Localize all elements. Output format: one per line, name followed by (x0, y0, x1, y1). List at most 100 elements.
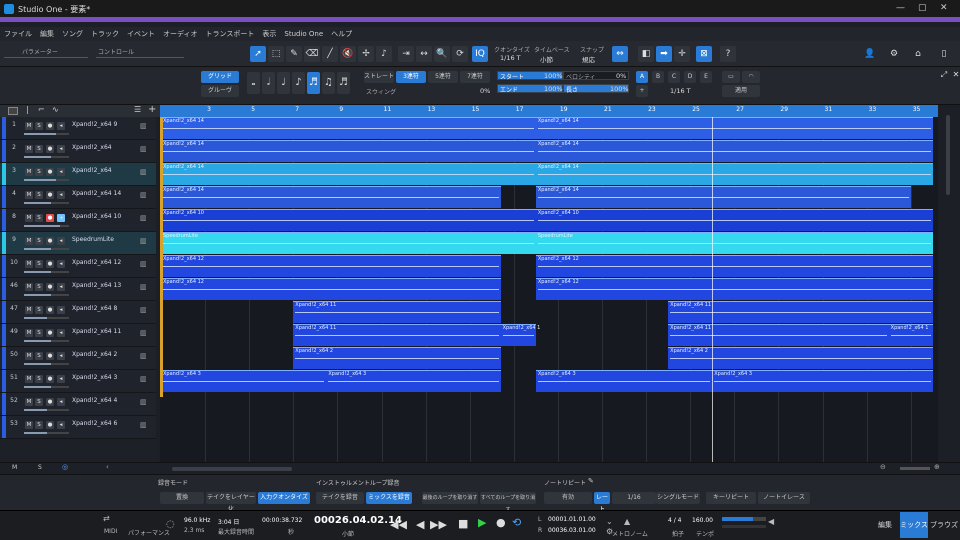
event-clip[interactable]: Xpand!2_x64 12 (161, 278, 501, 300)
record-arm-icon[interactable]: ● (46, 191, 54, 199)
monitor-icon[interactable]: ◂ (57, 306, 65, 314)
track-volume-slider[interactable] (24, 225, 69, 227)
event-clip[interactable]: Xpand!2_x64 3 (326, 370, 501, 392)
solo-button[interactable]: S (35, 398, 43, 406)
track-volume-slider[interactable] (24, 133, 69, 135)
grid-icon[interactable]: ⊠ (696, 46, 712, 62)
mute-button[interactable]: M (25, 168, 33, 176)
zoom-in-icon[interactable]: ⊕ (934, 463, 940, 471)
instrument-icon[interactable]: ▥ (140, 122, 147, 130)
septuplet-button[interactable]: 7連符 (460, 71, 490, 83)
arrow-tool-icon[interactable]: ➚ (250, 46, 266, 62)
mute-button[interactable]: M (25, 398, 33, 406)
solo-button[interactable]: S (35, 283, 43, 291)
solo-button[interactable]: S (35, 352, 43, 360)
note-32nd-icon[interactable]: ♫ (322, 72, 335, 94)
event-clip[interactable]: Xpand!2_x64 3 (712, 370, 933, 392)
record-icon[interactable]: ● (496, 516, 506, 529)
footer-left-icon[interactable]: ‹ (106, 463, 109, 471)
event-clip[interactable]: SpeedrumLite (535, 232, 933, 254)
track-name[interactable]: Xpand!2_x64 13 (72, 282, 121, 289)
instrument-icon[interactable]: ▥ (140, 237, 147, 245)
monitor-icon[interactable]: ◂ (57, 260, 65, 268)
track-volume-slider[interactable] (24, 386, 69, 388)
track-name[interactable]: Xpand!2_x64 9 (72, 121, 117, 128)
menu-item[interactable]: トラック (91, 29, 119, 39)
user-icon[interactable]: 👤 (862, 46, 878, 62)
snap-value[interactable]: 規応 (582, 54, 595, 64)
stop-icon[interactable]: ■ (458, 517, 468, 530)
mute-button[interactable]: M (25, 306, 33, 314)
undo-all-loops-button[interactable]: すべてのループを取り消す (480, 492, 536, 513)
snap-toggle-icon[interactable]: ⇔ (612, 46, 628, 62)
wrench-icon[interactable]: ⌐ (38, 105, 45, 114)
select-all-icon[interactable] (8, 107, 18, 115)
input-quantize-button[interactable]: 入力クオンタイズ (258, 492, 310, 504)
monitor-icon[interactable]: ◂ (57, 283, 65, 291)
event-clip[interactable]: Xpand!2_x64 12 (161, 255, 501, 277)
mute-button[interactable]: M (25, 352, 33, 360)
single-mode-button[interactable]: シングルモード (656, 492, 700, 504)
rewind-icon[interactable]: ◀ (416, 518, 424, 531)
monitor-icon[interactable]: ◂ (57, 329, 65, 337)
crosshair-icon[interactable]: ✛ (674, 46, 690, 62)
enable-button[interactable]: 有効 (544, 492, 592, 504)
s-all-button[interactable]: S (38, 464, 42, 471)
event-clip[interactable]: Xpand!2_x64 1 (500, 324, 540, 346)
track-name[interactable]: Xpand!2_x64 6 (72, 420, 117, 427)
track-name[interactable]: Xpand!2_x64 8 (72, 305, 117, 312)
automation-icon[interactable]: ∿ (52, 105, 59, 114)
take-layer-button[interactable]: テイクをレイヤー化 (206, 492, 256, 513)
event-clip[interactable]: Xpand!2_x64 12 (535, 255, 933, 277)
instrument-icon[interactable]: ▥ (140, 306, 147, 314)
menu-item[interactable]: トランスポート (206, 29, 255, 39)
quantize-toggle-icon[interactable]: IQ (472, 46, 488, 62)
quantize-icon[interactable]: ▭ (722, 71, 740, 83)
solo-button[interactable]: S (35, 237, 43, 245)
record-arm-icon[interactable]: ● (46, 237, 54, 245)
mute-button[interactable]: M (25, 421, 33, 429)
track-volume-slider[interactable] (24, 202, 69, 204)
close-panel-icon[interactable]: ✕ (948, 67, 960, 83)
track-name[interactable]: Xpand!2_x64 (72, 167, 112, 174)
gear-icon[interactable]: ⚙ (886, 46, 902, 62)
track-row[interactable]: 10 M S ● ◂ Xpand!2_x64 12 ▥ (0, 255, 156, 278)
undo-last-loop-button[interactable]: 最後のループを取り消す (422, 492, 478, 504)
instrument-icon[interactable]: ▥ (140, 283, 147, 291)
record-arm-icon[interactable]: ● (46, 260, 54, 268)
file-icon[interactable]: ▯ (936, 46, 952, 62)
instrument-icon[interactable]: ▥ (140, 260, 147, 268)
menu-item[interactable]: ヘルプ (331, 29, 352, 39)
monitor-icon[interactable]: ◂ (57, 214, 65, 222)
solo-button[interactable]: S (35, 306, 43, 314)
play-icon[interactable]: ▶ (478, 516, 486, 529)
event-clip[interactable]: Xpand!2_x64 10 (161, 209, 536, 231)
record-arm-icon[interactable]: ● (46, 306, 54, 314)
record-arm-icon[interactable]: ● (46, 398, 54, 406)
event-clip[interactable]: Xpand!2_x64 14 (161, 140, 536, 162)
close-icon[interactable]: ✕ (940, 3, 948, 13)
event-clip[interactable]: Xpand!2_x64 3 (161, 370, 327, 392)
solo-button[interactable]: S (35, 168, 43, 176)
note-sixteenth-icon[interactable]: ♬ (307, 72, 320, 94)
mix-page-button[interactable]: ミックス (900, 512, 928, 538)
loop-start-marker[interactable] (160, 117, 163, 397)
track-name[interactable]: Xpand!2_x64 10 (72, 213, 121, 220)
monitor-icon[interactable]: ◂ (57, 352, 65, 360)
note-quarter-icon[interactable]: ♩ (277, 72, 290, 94)
zoom-icon[interactable]: 🔍 (434, 46, 450, 62)
mute-button[interactable]: M (25, 214, 33, 222)
mute-button[interactable]: M (25, 375, 33, 383)
speaker-icon[interactable]: ◀ (768, 517, 774, 526)
track-name[interactable]: Xpand!2_x64 (72, 144, 112, 151)
instrument-icon[interactable]: ▥ (140, 398, 147, 406)
mix-record-button[interactable]: ミックスを録音 (366, 492, 412, 504)
track-name[interactable]: Xpand!2_x64 14 (72, 190, 121, 197)
event-clip[interactable]: Xpand!2_x64 12 (535, 278, 933, 300)
track-row[interactable]: 9 M S ● ◂ SpeedrumLite ▥ (0, 232, 156, 255)
letter-e-button[interactable]: E (700, 71, 712, 83)
letter-b-button[interactable]: B (652, 71, 664, 83)
swing-value[interactable]: 0% (480, 87, 490, 95)
note-64th-icon[interactable]: ♬ (337, 72, 350, 94)
menu-item[interactable]: オーディオ (163, 29, 198, 39)
